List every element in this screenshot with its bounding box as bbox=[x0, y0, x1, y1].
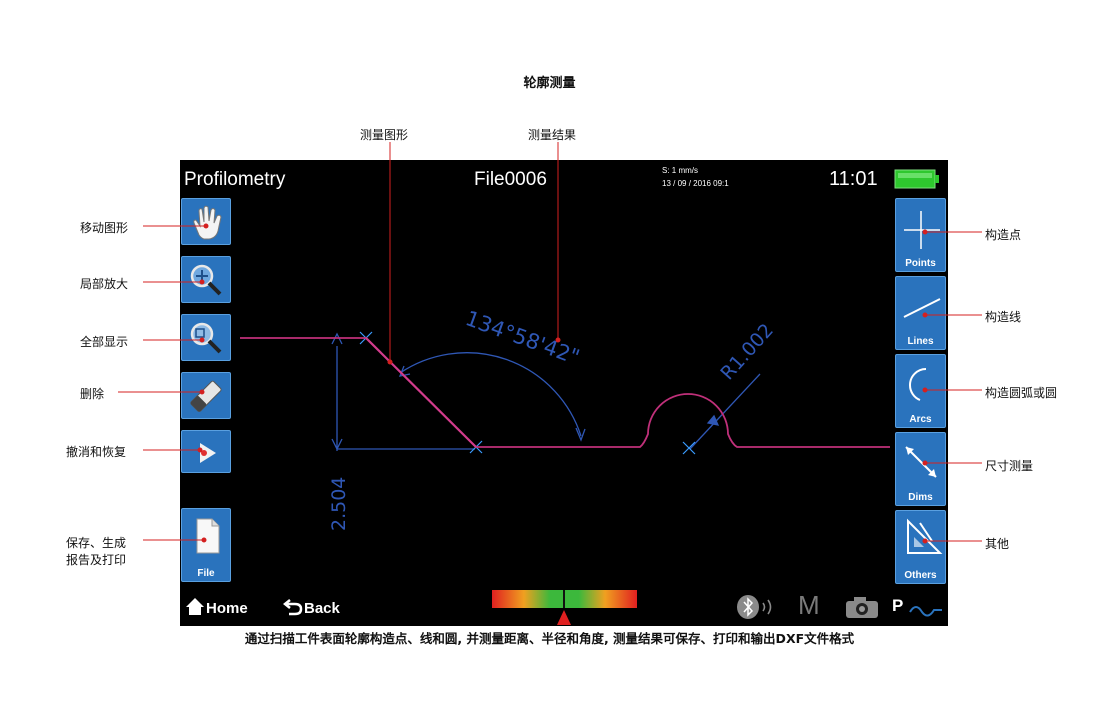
device-screen: Profilometry File0006 S: 1 mm/s 13 / 09 … bbox=[180, 160, 948, 626]
app-title: Profilometry bbox=[184, 169, 286, 190]
points-button-label: Points bbox=[905, 258, 936, 269]
caption: 通过扫描工件表面轮廓构造点、线和圆, 并测量距离、半径和角度, 测量结果可保存、… bbox=[244, 631, 855, 646]
callout-measure-shape: 测量图形 bbox=[360, 128, 409, 142]
callout-delete: 删除 bbox=[80, 387, 105, 401]
crosshair-icon bbox=[904, 211, 940, 249]
waveform-icon bbox=[909, 606, 942, 617]
others-button[interactable]: Others bbox=[895, 510, 946, 584]
back-label: Back bbox=[304, 600, 340, 617]
battery-icon bbox=[894, 168, 940, 190]
zoom-local-button[interactable] bbox=[181, 256, 231, 303]
points-button[interactable]: Points bbox=[895, 198, 946, 272]
lines-button-label: Lines bbox=[907, 336, 934, 347]
home-label: Home bbox=[206, 600, 248, 617]
profile-mode-letter: P bbox=[892, 596, 904, 615]
callout-move-shape: 移动图形 bbox=[80, 221, 129, 235]
date-time-readout: 13 / 09 / 2016 09:1 bbox=[662, 179, 729, 188]
profile-mode-indicator[interactable]: P bbox=[892, 596, 903, 616]
file-button[interactable]: File bbox=[181, 508, 231, 582]
back-button[interactable]: Back bbox=[282, 596, 340, 617]
zoom-in-icon bbox=[190, 264, 222, 296]
speed-readout: S: 1 mm/s bbox=[662, 166, 699, 175]
camera-icon[interactable] bbox=[844, 595, 880, 619]
lines-button[interactable]: Lines bbox=[895, 276, 946, 350]
others-button-label: Others bbox=[904, 570, 937, 581]
home-button[interactable]: Home bbox=[184, 596, 248, 617]
clock: 11:01 bbox=[829, 168, 878, 190]
callout-file-line1: 保存、生成 bbox=[66, 536, 127, 550]
home-icon bbox=[186, 598, 204, 615]
undo-redo-icon bbox=[200, 443, 216, 463]
angle-dimension-arc bbox=[399, 352, 582, 437]
file-name[interactable]: File0006 bbox=[474, 169, 547, 191]
file-button-label: File bbox=[197, 568, 215, 579]
line-icon bbox=[903, 298, 941, 318]
dims-button[interactable]: Dims bbox=[895, 432, 946, 506]
callout-zoom-local: 局部放大 bbox=[80, 277, 129, 291]
callout-points: 构造点 bbox=[985, 228, 1022, 242]
eraser-icon bbox=[190, 380, 222, 412]
callout-dims: 尺寸测量 bbox=[985, 459, 1034, 473]
show-all-button[interactable] bbox=[181, 314, 231, 361]
move-shape-button[interactable] bbox=[181, 198, 231, 245]
bluetooth-icon[interactable] bbox=[736, 594, 780, 620]
angle-label[interactable]: 134°58'42" bbox=[462, 306, 582, 369]
callout-show-all: 全部显示 bbox=[80, 335, 129, 349]
back-arrow-icon bbox=[282, 599, 303, 616]
dims-button-label: Dims bbox=[908, 492, 933, 503]
delete-button[interactable] bbox=[181, 372, 231, 419]
hand-icon bbox=[193, 205, 222, 240]
zoom-fit-icon bbox=[190, 322, 222, 354]
arcs-button-label: Arcs bbox=[909, 414, 932, 425]
undo-redo-button[interactable] bbox=[181, 430, 231, 473]
dimension-icon bbox=[905, 446, 937, 478]
callout-undo-redo: 撤消和恢复 bbox=[66, 445, 127, 459]
radius-dimension-line bbox=[689, 373, 761, 450]
level-meter-needle bbox=[563, 590, 565, 608]
callout-lines: 构造线 bbox=[985, 310, 1022, 324]
level-indicator-icon bbox=[557, 610, 571, 625]
callout-file-line2: 报告及打印 bbox=[66, 553, 127, 567]
radius-label[interactable]: R1.002 bbox=[716, 319, 778, 384]
triangle-ruler-icon bbox=[907, 518, 943, 554]
arcs-button[interactable]: Arcs bbox=[895, 354, 946, 428]
height-label[interactable]: 2.504 bbox=[328, 477, 350, 531]
file-icon bbox=[196, 518, 220, 554]
arc-icon bbox=[908, 368, 927, 401]
profile-canvas[interactable]: 134°58'42" 2.504 R1.002 bbox=[232, 196, 894, 584]
page-title: 轮廓测量 bbox=[523, 76, 576, 91]
callout-arcs: 构造圆弧或圆 bbox=[985, 386, 1058, 400]
mode-indicator[interactable]: M bbox=[798, 590, 820, 621]
point-marker bbox=[682, 441, 696, 455]
callout-measure-result: 测量结果 bbox=[528, 128, 577, 142]
callout-others: 其他 bbox=[985, 537, 1010, 551]
